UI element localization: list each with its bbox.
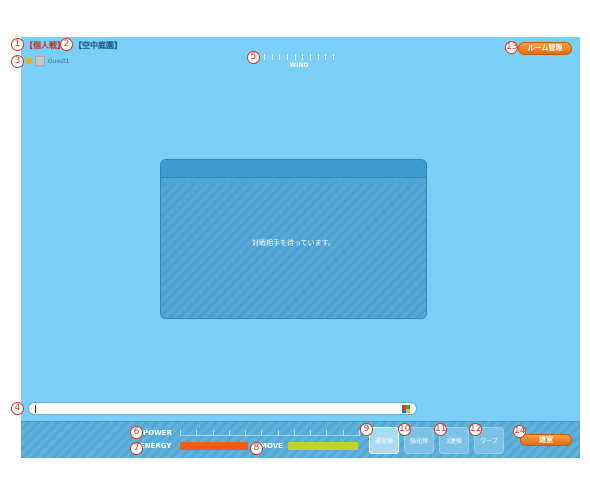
power-label: POWER (143, 429, 172, 437)
move-gauge (288, 442, 358, 450)
player-rank-icon (26, 58, 32, 64)
room-management-button[interactable]: ルーム管理 (518, 42, 572, 55)
annotation-marker: 9 (360, 423, 373, 436)
annotation-marker: 7 (130, 442, 143, 455)
annotation-marker: 5 (247, 51, 260, 64)
annotation-marker: 12 (469, 423, 482, 436)
annotation-marker: 6 (130, 426, 143, 439)
move-label: MOVE (260, 442, 283, 450)
annotation-marker: 14 (513, 425, 526, 438)
text-caret (35, 405, 36, 413)
waiting-dialog: 対戦相手を待っています。 (160, 159, 427, 319)
map-name-label: 【空中庭園】 (74, 41, 122, 50)
battle-mode-label: 【個人戦】 (25, 41, 65, 50)
power-gauge (180, 430, 360, 436)
exit-room-button[interactable]: 退室 (520, 434, 572, 446)
emoticon-icon[interactable] (402, 405, 410, 413)
annotation-marker: 11 (434, 423, 447, 436)
annotation-marker: 1 (11, 38, 24, 51)
wind-scale (264, 54, 334, 60)
normal-shot-button[interactable]: 通常弾 (369, 427, 399, 454)
energy-label: ENERGY (140, 442, 172, 450)
annotation-marker: 13 (505, 41, 518, 54)
annotation-marker: 4 (11, 402, 24, 415)
annotation-marker: 3 (11, 55, 24, 68)
energy-gauge (180, 442, 248, 450)
player-name: Guest1 (48, 57, 70, 65)
player-row: Guest1 (26, 56, 69, 66)
player-avatar (35, 56, 45, 66)
chat-input[interactable] (28, 402, 417, 415)
dialog-header (161, 160, 426, 178)
annotation-marker: 10 (398, 423, 411, 436)
annotation-marker: 8 (250, 442, 263, 455)
waiting-message: 対戦相手を待っています。 (252, 239, 335, 247)
annotation-marker: 2 (60, 38, 73, 51)
wind-indicator: WIND (264, 54, 334, 69)
wind-label: WIND (289, 62, 309, 69)
